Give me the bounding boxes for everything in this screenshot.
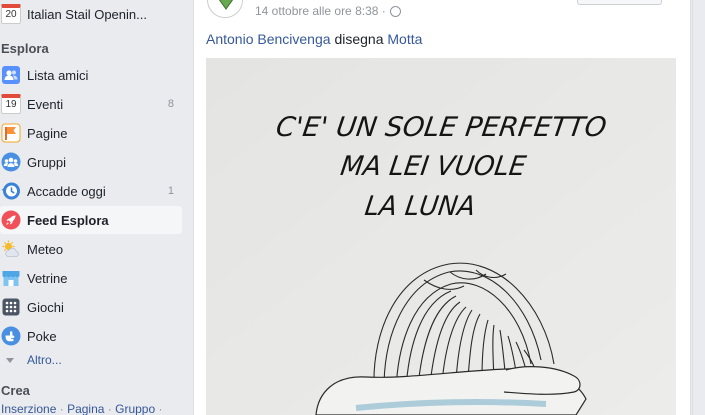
separator: ·	[59, 402, 68, 415]
create-group-link[interactable]: Gruppo	[115, 402, 155, 415]
subject-link[interactable]: Motta	[387, 31, 422, 47]
explore-heading: Esplora	[1, 41, 49, 56]
create-page-link[interactable]: Pagina	[67, 402, 104, 415]
more-label: Altro...	[27, 353, 62, 367]
left-sidebar: 20 Italian Stail Openin... Esplora Lista…	[0, 0, 193, 415]
sidebar-item-explore-feed[interactable]: Feed Esplora	[0, 206, 182, 234]
create-ad-link[interactable]: Inserzione	[1, 402, 56, 415]
sidebar-item-event-shortcut[interactable]: 20 Italian Stail Openin...	[0, 0, 182, 28]
right-column-edge	[692, 0, 705, 415]
create-heading: Crea	[1, 383, 30, 398]
author-link[interactable]: Antonio Bencivenga	[206, 31, 331, 47]
post-timestamp[interactable]: 14 ottobre alle ore 8:38 ·	[255, 4, 401, 18]
weather-sun-cloud-icon	[1, 239, 21, 259]
image-caption-line-1: C'E' UN SOLE PERFETTO	[274, 112, 608, 143]
sidebar-item-pages[interactable]: Pagine	[0, 119, 182, 147]
author-avatar[interactable]	[207, 0, 243, 18]
poke-hand-icon	[1, 326, 21, 346]
flag-icon	[1, 123, 21, 143]
post-options-button[interactable]	[577, 0, 662, 5]
sidebar-item-label: Gruppi	[27, 154, 67, 170]
friends-list-icon	[1, 65, 21, 85]
sidebar-item-label: Eventi	[27, 96, 64, 112]
create-links: Inserzione · Pagina · Gruppo ·	[1, 402, 163, 415]
separator: ·	[158, 402, 163, 415]
feed-post-card: 14 ottobre alle ore 8:38 · Antonio Benci…	[193, 0, 691, 415]
post-headline: Antonio Bencivenga disegna Motta	[206, 31, 422, 47]
calendar-icon: 19	[1, 94, 21, 114]
events-count-badge: 8	[167, 98, 174, 110]
sidebar-item-friends-list[interactable]: Lista amici	[0, 61, 182, 89]
sidebar-item-label: Italian Stail Openin...	[27, 6, 147, 22]
image-caption-line-3: LA LUNA	[363, 191, 477, 222]
sidebar-item-games[interactable]: Giochi	[0, 293, 182, 321]
sidebar-item-label: Poke	[27, 328, 57, 344]
sidebar-item-storefronts[interactable]: Vetrine	[0, 264, 182, 292]
sidebar-item-label: Accadde oggi	[27, 183, 106, 199]
sidebar-item-label: Vetrine	[27, 270, 68, 286]
sidebar-item-weather[interactable]: Meteo	[0, 235, 182, 263]
games-icon	[1, 297, 21, 317]
post-verb: disegna	[334, 31, 384, 47]
sidebar-item-label: Feed Esplora	[27, 212, 109, 228]
memories-clock-icon	[1, 181, 21, 201]
sidebar-item-on-this-day[interactable]: Accadde oggi 1	[0, 177, 182, 205]
timestamp-text: 14 ottobre alle ore 8:38 ·	[255, 4, 386, 18]
storefront-icon	[1, 268, 21, 288]
groups-icon	[1, 152, 21, 172]
sidebar-item-groups[interactable]: Gruppi	[0, 148, 182, 176]
sidebar-item-events[interactable]: 19 Eventi 8	[0, 90, 182, 118]
chevron-down-icon	[6, 357, 14, 363]
sidebar-more-link[interactable]: Altro...	[6, 353, 62, 367]
post-image[interactable]: C'E' UN SOLE PERFETTO MA LEI VUOLE LA LU…	[206, 58, 676, 415]
calendar-icon: 20	[1, 4, 21, 24]
sidebar-item-label: Pagine	[27, 125, 68, 141]
sidebar-item-poke[interactable]: Poke	[0, 322, 182, 350]
sidebar-item-label: Lista amici	[27, 67, 89, 83]
sidebar-item-label: Giochi	[27, 299, 64, 315]
image-caption-line-2: MA LEI VUOLE	[339, 151, 529, 182]
globe-icon	[389, 5, 401, 17]
rocket-icon	[1, 210, 21, 230]
sidebar-item-label: Meteo	[27, 241, 64, 257]
on-this-day-count-badge: 1	[167, 185, 174, 197]
